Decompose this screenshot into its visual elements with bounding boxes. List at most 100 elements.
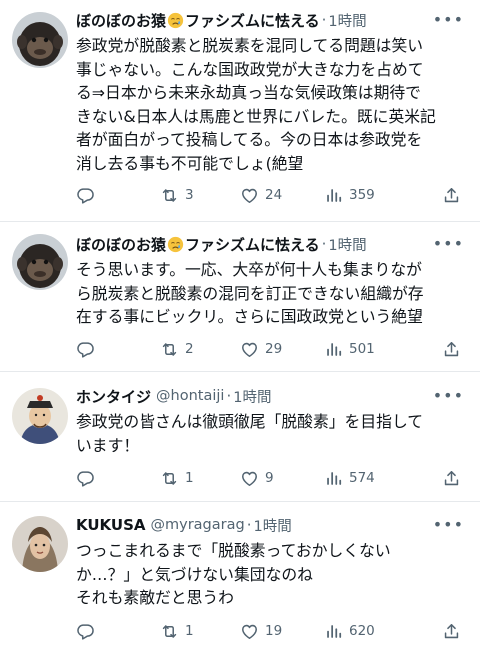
retweet-button[interactable]: 3 [160,183,194,207]
heart-icon [240,622,259,641]
tweet-text-line: そう思います。一応、大卒が何十人も集まりなが [76,260,422,279]
tweet-item-2[interactable]: ぼのぼのお猿 ファシズムに怯える · 1時間 ••• そう思います。一応、大卒が… [0,222,480,372]
share-icon [442,469,461,488]
display-name[interactable]: ぼのぼのお猿 [76,10,166,31]
tweet-text-line: 在する事にビックリ。さらに国政政党という絶望 [76,307,423,326]
share-icon [442,340,461,359]
more-options-icon[interactable]: ••• [433,515,464,534]
retweet-count: 2 [185,341,194,357]
views-bar-chart-icon [324,469,343,488]
display-name[interactable]: KUKUSA [76,516,146,534]
display-name-suffix[interactable]: ファシズムに怯える [185,234,320,255]
timestamp[interactable]: 1時間 [253,515,291,536]
views-button[interactable]: 574 [324,466,375,490]
tweet-text-line: つっこまれるまで「脱酸素っておかしくない [76,541,391,560]
timestamp[interactable]: 1時間 [328,10,366,31]
separator-dot: · [226,387,232,405]
tweet-item-3[interactable]: ホンタイジ @hontaiji · 1時間 ••• 参政党の皆さんは徹頭徹尾「脱… [0,372,480,502]
retweet-icon [160,340,179,359]
like-button[interactable]: 19 [240,619,282,643]
more-options-icon[interactable]: ••• [433,10,464,29]
separator-dot: · [321,11,327,29]
reply-button[interactable] [76,337,101,361]
retweet-button[interactable]: 2 [160,337,194,361]
share-icon [442,622,461,641]
display-name[interactable]: ぼのぼのお猿 [76,234,166,255]
like-button[interactable]: 9 [240,466,274,490]
tweet-text-line: 者が面白がって投稿してる。今の日本は参政党を [76,130,423,149]
tweet-text-line: 参政党が脱酸素と脱炭素を混同してる問題は笑い [76,36,424,55]
share-button[interactable] [442,619,461,643]
like-count: 19 [265,623,283,639]
tweet-header: ホンタイジ @hontaiji · 1時間 [76,384,466,408]
reply-button[interactable] [76,183,101,207]
crying-face-emoji-icon [167,236,184,253]
tweet-text-line: それも素敵だと思うわ [76,588,234,607]
like-button[interactable]: 24 [240,183,282,207]
reply-icon [76,340,95,359]
more-options-icon[interactable]: ••• [433,386,464,405]
avatar-historical-portrait[interactable] [12,388,68,444]
share-button[interactable] [442,183,461,207]
reply-button[interactable] [76,619,101,643]
more-options-icon[interactable]: ••• [433,234,464,253]
tweet-text-line: ら脱炭素と脱酸素の混同を訂正できない組織が存 [76,283,424,303]
tweet-header: ぼのぼのお猿 ファシズムに怯える · 1時間 [76,232,466,256]
views-button[interactable]: 359 [324,183,375,207]
crying-face-emoji-icon [167,12,184,29]
views-bar-chart-icon [324,340,343,359]
heart-icon [240,469,259,488]
tweet-text-line: 消し去る事も不可能でしょ(絶望 [76,153,304,173]
share-button[interactable] [442,337,461,361]
tweet-text: 参政党が脱酸素と脱炭素を混同してる問題は笑い 事じゃない。こんな国政政党が大きな… [76,34,466,175]
retweet-count: 3 [185,187,194,203]
share-icon [442,186,461,205]
separator-dot: · [321,235,327,253]
views-bar-chart-icon [324,622,343,641]
view-count: 501 [349,341,375,357]
retweet-button[interactable]: 1 [160,619,194,643]
reply-icon [76,186,95,205]
heart-icon [240,186,259,205]
like-count: 24 [265,187,283,203]
user-handle[interactable]: @myragarag [151,517,245,533]
tweet-header: ぼのぼのお猿 ファシズムに怯える · 1時間 [76,8,466,32]
timestamp[interactable]: 1時間 [233,386,271,407]
retweet-button[interactable]: 1 [160,466,194,490]
reply-icon [76,469,95,488]
tweet-actions: 2 29 501 [76,337,468,361]
display-name-suffix[interactable]: ファシズムに怯える [185,10,320,31]
display-name[interactable]: ホンタイジ [76,386,151,407]
retweet-icon [160,622,179,641]
tweet-text-line: 事じゃない。こんな国政政党が大きな力を占めて [76,59,424,79]
like-count: 29 [265,341,283,357]
views-bar-chart-icon [324,186,343,205]
tweet-item-4[interactable]: KUKUSA @myragarag · 1時間 ••• つっこまれるまで「脱酸素… [0,502,480,650]
view-count: 620 [349,623,375,639]
like-button[interactable]: 29 [240,337,282,361]
views-button[interactable]: 501 [324,337,375,361]
avatar-chimpanzee[interactable] [12,12,68,68]
tweet-actions: 3 24 359 [76,183,468,207]
avatar-chimpanzee[interactable] [12,234,68,290]
separator-dot: · [246,516,252,534]
tweet-text: そう思います。一応、大卒が何十人も集まりなが ら脱炭素と脱酸素の混同を訂正できな… [76,258,466,329]
tweet-item-1[interactable]: ぼのぼのお猿 ファシズムに怯える · 1時間 ••• 参政党が脱酸素と脱炭素を混… [0,0,480,222]
retweet-icon [160,469,179,488]
tweet-header: KUKUSA @myragarag · 1時間 [76,513,466,537]
share-button[interactable] [442,466,461,490]
tweet-text-line: か…？」と気づけない集団なのね [76,564,313,584]
retweet-count: 1 [185,623,194,639]
avatar-user-photo[interactable] [12,516,68,572]
tweet-text: つっこまれるまで「脱酸素っておかしくない か…？」と気づけない集団なのね それも… [76,539,466,610]
view-count: 574 [349,470,375,486]
user-handle[interactable]: @hontaiji [156,388,224,404]
tweet-text: 参政党の皆さんは徹頭徹尾「脱酸素」を目指して います！ [76,410,466,457]
reply-button[interactable] [76,466,101,490]
retweet-count: 1 [185,470,194,486]
timestamp[interactable]: 1時間 [328,234,366,255]
views-button[interactable]: 620 [324,619,375,643]
heart-icon [240,340,259,359]
retweet-icon [160,186,179,205]
tweet-text-line: います！ [76,435,140,455]
